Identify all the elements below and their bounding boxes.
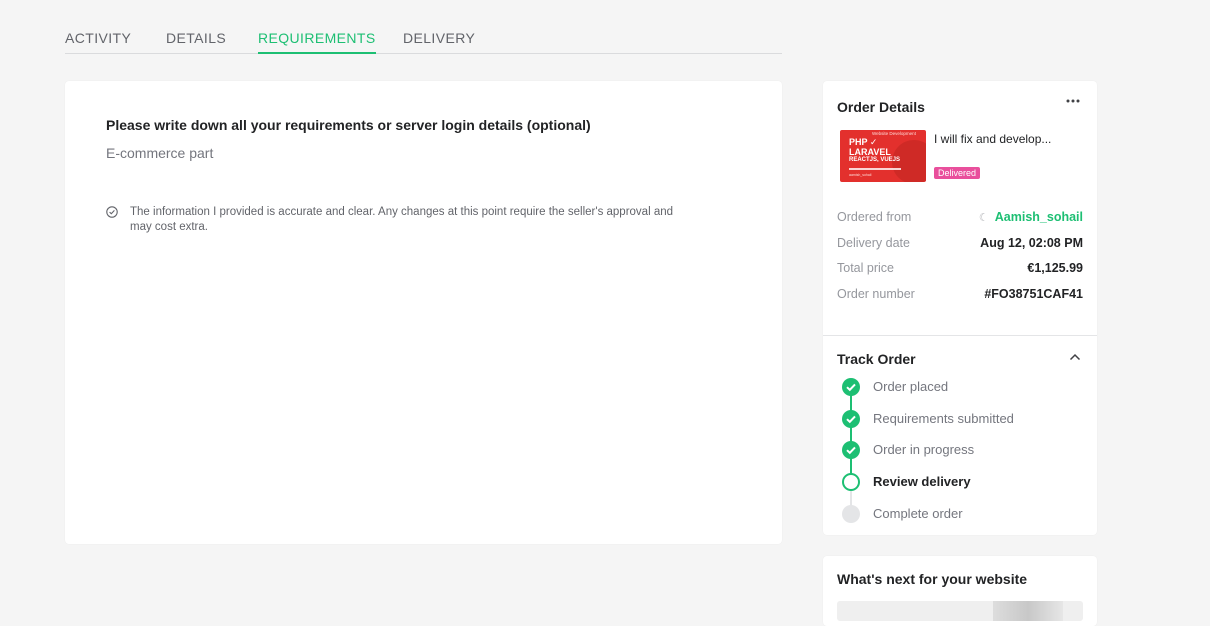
delivery-date-row: Delivery date Aug 12, 02:08 PM — [837, 236, 1083, 254]
check-circle-filled-icon — [842, 378, 860, 396]
whats-next-image[interactable] — [837, 601, 1083, 621]
track-step-label: Requirements submitted — [873, 411, 1014, 426]
thumbnail-line2: LARAVEL — [849, 147, 891, 157]
whats-next-card: What's next for your website — [823, 556, 1097, 626]
acknowledgement: The information I provided is accurate a… — [106, 205, 686, 235]
requirement-question: Please write down all your requirements … — [106, 117, 591, 133]
current-step-circle-icon — [842, 473, 860, 491]
ordered-from-row: Ordered from ☾ Aamish_sohail — [837, 210, 1083, 228]
track-step-label: Order placed — [873, 379, 949, 394]
seller-link[interactable]: ☾ Aamish_sohail — [979, 210, 1083, 224]
divider — [823, 335, 1097, 336]
check-circle-icon — [106, 206, 118, 218]
delivery-date-value: Aug 12, 02:08 PM — [980, 236, 1083, 250]
delivery-date-label: Delivery date — [837, 236, 910, 250]
track-step: Order placed — [842, 378, 1082, 396]
status-badge: Delivered — [934, 167, 981, 179]
track-step-label: Complete order — [873, 506, 963, 521]
order-details-title: Order Details — [837, 99, 925, 115]
order-tabs: ACTIVITY DETAILS REQUIREMENTS DELIVERY — [65, 22, 782, 54]
gig-title[interactable]: I will fix and develop... — [934, 132, 1051, 146]
track-step: Requirements submitted — [842, 410, 1082, 428]
tab-delivery[interactable]: DELIVERY — [403, 30, 475, 46]
requirements-card: Please write down all your requirements … — [65, 81, 782, 544]
check-circle-filled-icon — [842, 410, 860, 428]
track-order-title: Track Order — [837, 351, 916, 367]
pending-step-circle-icon — [842, 505, 860, 523]
track-step: Review delivery — [842, 473, 1082, 491]
total-price-label: Total price — [837, 261, 894, 275]
tab-activity[interactable]: ACTIVITY — [65, 30, 131, 46]
total-price-value: €1,125.99 — [1027, 261, 1083, 275]
track-step-label: Review delivery — [873, 474, 971, 489]
total-price-row: Total price €1,125.99 — [837, 261, 1083, 279]
ordered-from-label: Ordered from — [837, 210, 912, 224]
order-details-card: Order Details Website Development PHP ✓ … — [823, 81, 1097, 535]
check-circle-filled-icon — [842, 441, 860, 459]
thumbnail-footer: aamish_sohail — [849, 173, 872, 177]
track-step-label: Order in progress — [873, 442, 975, 457]
chevron-up-icon[interactable] — [1069, 353, 1081, 361]
order-number-row: Order number #FO38751CAF41 — [837, 287, 1083, 305]
thumbnail-category: Website Development — [872, 131, 916, 136]
gig-thumbnail[interactable]: Website Development PHP ✓ LARAVEL REACTJ… — [840, 130, 926, 182]
track-step: Complete order — [842, 505, 1082, 523]
track-step: Order in progress — [842, 441, 1082, 459]
requirement-answer: E-commerce part — [106, 145, 214, 161]
order-number-value: #FO38751CAF41 — [984, 287, 1083, 301]
order-number-label: Order number — [837, 287, 915, 301]
thumbnail-line3: REACTJS, VUEJS — [849, 157, 901, 163]
seller-name[interactable]: Aamish_sohail — [995, 210, 1083, 224]
more-horizontal-icon[interactable] — [1065, 97, 1081, 105]
tab-requirements[interactable]: REQUIREMENTS — [258, 30, 376, 54]
moon-icon: ☾ — [978, 212, 989, 224]
acknowledgement-text: The information I provided is accurate a… — [130, 206, 674, 233]
whats-next-title: What's next for your website — [837, 571, 1028, 587]
tab-details[interactable]: DETAILS — [166, 30, 226, 46]
